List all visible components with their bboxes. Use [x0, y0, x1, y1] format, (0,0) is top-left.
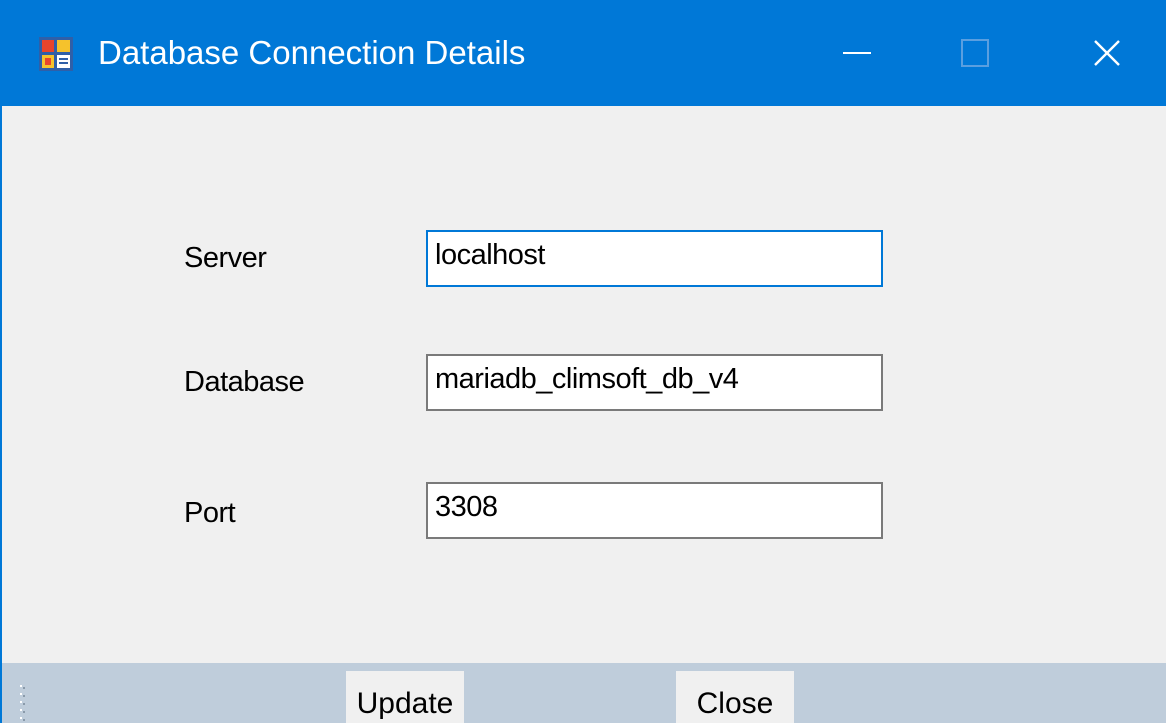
dialog-window: Database Connection Details Server Datab… — [0, 0, 1166, 723]
port-label: Port — [184, 497, 236, 529]
toolbar-grip-icon[interactable] — [20, 683, 26, 723]
app-form-icon — [39, 37, 73, 71]
maximize-icon — [961, 39, 989, 67]
minimize-button[interactable] — [802, 0, 912, 106]
server-input[interactable] — [426, 230, 883, 287]
server-label: Server — [184, 242, 267, 274]
title-bar[interactable]: Database Connection Details — [2, 0, 1166, 106]
window-title: Database Connection Details — [98, 34, 526, 71]
close-window-button[interactable] — [1052, 0, 1162, 106]
maximize-button[interactable] — [920, 0, 1030, 106]
update-button[interactable]: Update — [346, 671, 464, 723]
database-label: Database — [184, 366, 305, 398]
port-input[interactable] — [426, 482, 883, 539]
button-toolbar — [2, 663, 1166, 723]
close-button[interactable]: Close — [676, 671, 794, 723]
database-input[interactable] — [426, 354, 883, 411]
minimize-icon — [843, 52, 871, 54]
close-icon — [1094, 40, 1120, 66]
